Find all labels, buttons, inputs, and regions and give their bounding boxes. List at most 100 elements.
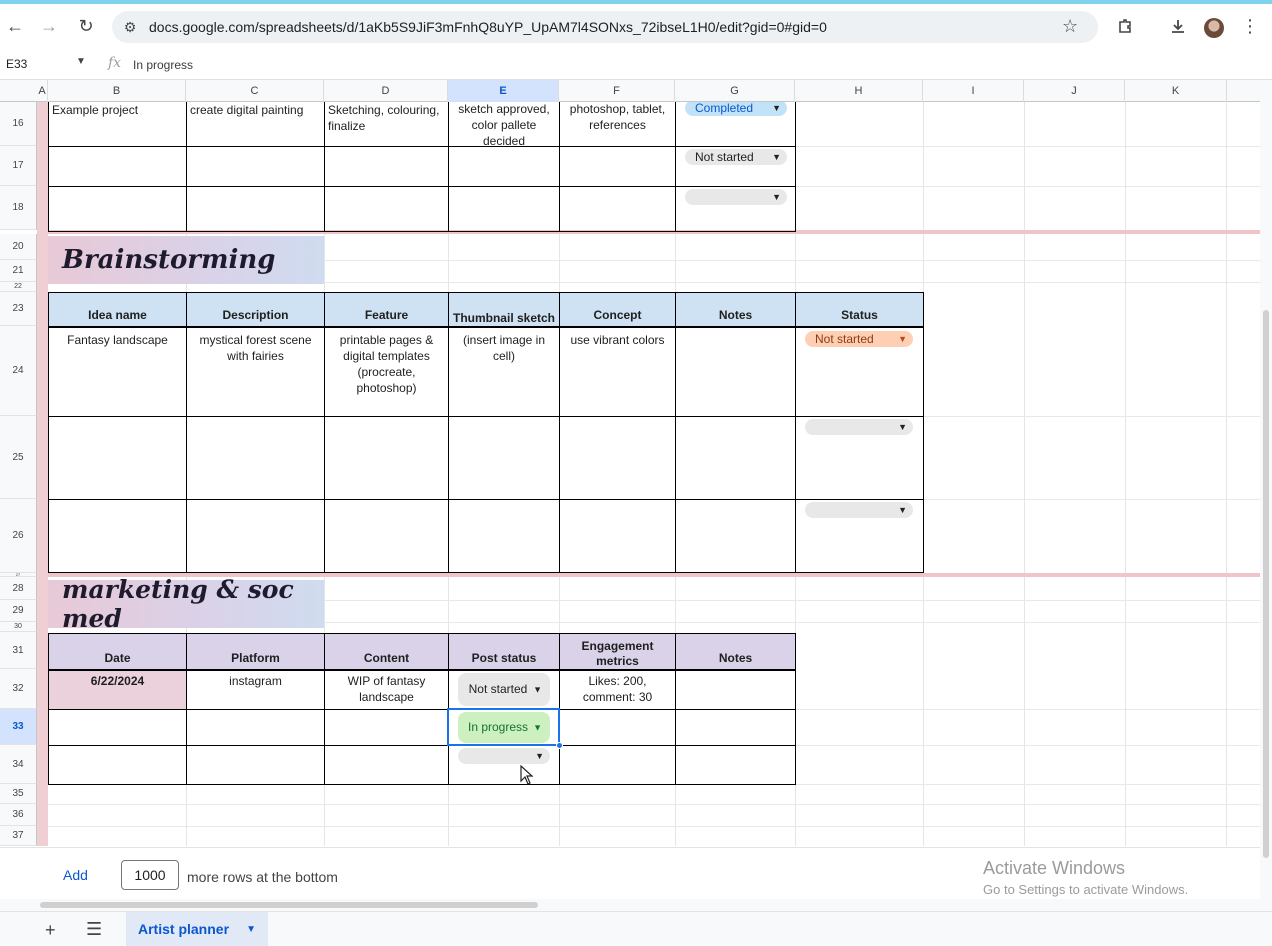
chevron-down-icon: ▼ xyxy=(772,192,781,202)
post-status-chip-empty[interactable]: ▼ xyxy=(458,748,550,764)
row-header[interactable]: 25 xyxy=(0,416,37,499)
row-header[interactable]: 23 xyxy=(0,292,37,326)
avatar[interactable] xyxy=(1204,18,1224,38)
status-chip-empty[interactable]: ▼ xyxy=(685,189,787,205)
row-header[interactable]: 20 xyxy=(0,234,37,260)
row-header[interactable]: 18 xyxy=(0,186,37,230)
content-cell[interactable]: WIP of fantasy landscape xyxy=(325,673,448,705)
back-icon[interactable]: ← xyxy=(2,13,28,39)
col-header-j[interactable]: J xyxy=(1024,80,1125,102)
row-header[interactable]: 26 xyxy=(0,499,37,573)
project-tools-cell[interactable]: photoshop, tablet, references xyxy=(560,102,675,133)
project-task-cell[interactable]: create digital painting xyxy=(187,102,324,118)
marketing-header[interactable]: Notes xyxy=(676,634,795,669)
col-header-e[interactable]: E xyxy=(448,80,559,102)
post-status-chip-not-started[interactable]: Not started ▼ xyxy=(458,673,550,706)
status-chip-empty[interactable]: ▼ xyxy=(805,419,913,435)
marketing-header[interactable]: Engagement metrics xyxy=(560,634,675,669)
col-header-h[interactable]: H xyxy=(795,80,923,102)
project-milestones-cell[interactable]: sketch approved, color pallete decided xyxy=(449,102,559,149)
row-header[interactable]: 29 xyxy=(0,600,37,622)
col-header-i[interactable]: I xyxy=(923,80,1024,102)
scroll-thumb[interactable] xyxy=(40,902,538,908)
row-header[interactable]: 33 xyxy=(0,709,37,745)
forward-icon[interactable]: → xyxy=(36,13,62,39)
name-box[interactable]: E33 xyxy=(6,57,27,71)
add-sheet-icon[interactable]: + xyxy=(45,920,56,941)
col-header-d[interactable]: D xyxy=(324,80,448,102)
reload-icon[interactable]: ↻ xyxy=(73,13,99,39)
download-icon[interactable] xyxy=(1165,13,1191,39)
brainstorm-header[interactable]: Thumbnail sketch xyxy=(449,293,559,326)
col-header-g[interactable]: G xyxy=(675,80,795,102)
project-steps-cell[interactable]: Sketching, colouring, finalize xyxy=(325,102,447,134)
row-header[interactable]: 32 xyxy=(0,669,37,709)
col-header-k[interactable]: K xyxy=(1125,80,1227,102)
fx-icon: fx xyxy=(108,55,122,71)
concept-cell[interactable]: use vibrant colors xyxy=(560,332,675,348)
idea-name-cell[interactable]: Fantasy landscape xyxy=(49,332,186,348)
row-header[interactable]: 16 xyxy=(0,102,37,146)
formula-input[interactable]: In progress xyxy=(133,58,193,72)
address-bar[interactable]: ⚙ docs.google.com/spreadsheets/d/1aKb5S9… xyxy=(112,11,1098,43)
row-header[interactable]: 30 xyxy=(0,622,37,632)
row-header[interactable]: 35 xyxy=(0,784,37,804)
row-header[interactable]: 28 xyxy=(0,577,37,600)
brainstorm-header[interactable]: Concept xyxy=(560,293,675,326)
brainstorm-header[interactable]: Idea name xyxy=(49,293,186,326)
active-cell-selection[interactable] xyxy=(447,708,560,746)
date-cell[interactable]: 6/22/2024 xyxy=(49,671,186,709)
vertical-scrollbar[interactable] xyxy=(1260,80,1272,911)
marketing-header[interactable]: Date xyxy=(49,634,186,669)
status-chip-completed[interactable]: Completed ▼ xyxy=(685,102,787,116)
feature-cell[interactable]: printable pages & digital templates (pro… xyxy=(325,332,448,396)
activate-windows-watermark: Activate Windows Go to Settings to activ… xyxy=(983,858,1188,897)
status-chip-not-started[interactable]: Not started ▼ xyxy=(685,149,787,165)
status-chip-label: Not started xyxy=(695,150,754,164)
row-header[interactable]: 36 xyxy=(0,804,37,826)
row-header[interactable]: 34 xyxy=(0,745,37,784)
project-name-cell[interactable]: Example project xyxy=(49,102,186,118)
platform-cell[interactable]: instagram xyxy=(187,673,324,689)
marketing-header[interactable]: Content xyxy=(325,634,448,669)
sheet-grid[interactable]: 16 17 18 20 21 22 23 24 25 26 27 28 29 3… xyxy=(0,102,1260,846)
row-header[interactable]: 31 xyxy=(0,632,37,669)
status-chip-not-started[interactable]: Not started ▼ xyxy=(805,331,913,347)
row-header[interactable]: 17 xyxy=(0,146,37,186)
brainstorm-header[interactable]: Notes xyxy=(676,293,795,326)
all-sheets-menu-icon[interactable]: ☰ xyxy=(86,919,102,940)
chevron-down-icon[interactable]: ▼ xyxy=(246,912,256,946)
col-header-b[interactable]: B xyxy=(48,80,186,102)
chevron-down-icon: ▼ xyxy=(898,422,907,432)
fill-handle[interactable] xyxy=(556,742,563,749)
col-header-c[interactable]: C xyxy=(186,80,324,102)
rows-count-input[interactable]: 1000 xyxy=(121,860,179,890)
metrics-cell[interactable]: Likes: 200, comment: 30 xyxy=(560,673,675,705)
row-header[interactable]: 24 xyxy=(0,326,37,416)
brainstorm-header[interactable]: Status xyxy=(796,293,923,326)
description-cell[interactable]: mystical forest scene with fairies xyxy=(187,332,324,364)
scroll-thumb[interactable] xyxy=(1263,310,1269,858)
brainstorming-banner: Brainstorming xyxy=(48,236,324,284)
thumbnail-cell[interactable]: (insert image in cell) xyxy=(449,332,559,364)
row-header[interactable]: 22 xyxy=(0,282,37,292)
row-header[interactable]: 21 xyxy=(0,260,37,282)
col-header-a[interactable]: A xyxy=(37,80,48,102)
tab-artist-planner[interactable]: Artist planner ▼ xyxy=(126,912,268,946)
status-chip-empty[interactable]: ▼ xyxy=(805,502,913,518)
column-header-bar: A B C D E F G H I J K xyxy=(0,80,1260,102)
more-icon[interactable]: ⋮ xyxy=(1237,13,1263,39)
marketing-header[interactable]: Platform xyxy=(187,634,324,669)
site-settings-icon[interactable]: ⚙ xyxy=(120,17,140,37)
chevron-down-icon[interactable]: ▼ xyxy=(76,56,86,67)
add-rows-button[interactable]: Add xyxy=(63,867,88,883)
brainstorm-header[interactable]: Description xyxy=(187,293,324,326)
marketing-header[interactable]: Post status xyxy=(449,634,559,669)
star-icon[interactable]: ☆ xyxy=(1062,16,1078,37)
row-header[interactable]: 37 xyxy=(0,826,37,846)
extensions-icon[interactable] xyxy=(1112,13,1138,39)
horizontal-scrollbar[interactable] xyxy=(0,899,1260,911)
url-text[interactable]: docs.google.com/spreadsheets/d/1aKb5S9Ji… xyxy=(149,19,827,35)
brainstorm-header[interactable]: Feature xyxy=(325,293,448,326)
col-header-f[interactable]: F xyxy=(559,80,675,102)
